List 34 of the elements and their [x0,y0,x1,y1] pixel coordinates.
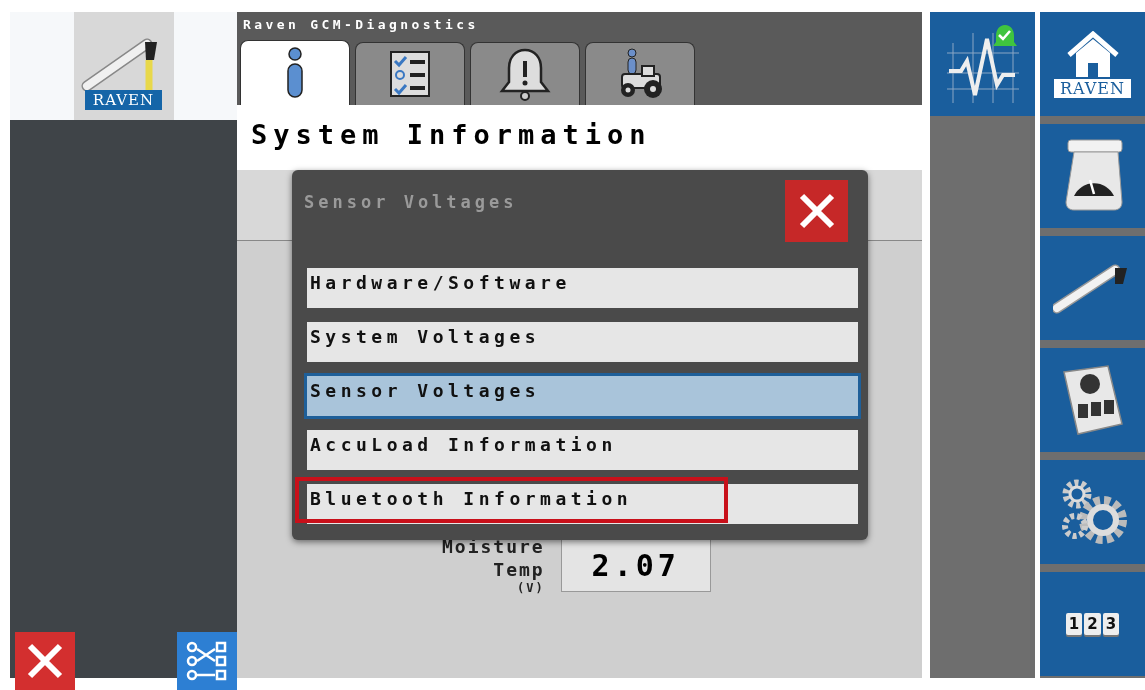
close-icon [25,641,65,681]
tab[interactable] [240,40,350,105]
reading-value: 2.07 [560,538,711,592]
close-button[interactable] [15,632,75,690]
menu-item[interactable]: Bluetooth Information [307,484,858,524]
menu-item[interactable]: System Voltages [307,322,858,362]
diagnostics-button[interactable] [930,12,1035,116]
number-key: 2 [1084,613,1101,635]
page-heading: System Information [237,105,922,170]
close-button[interactable] [785,180,848,242]
menu-item[interactable]: AccuLoad Information [307,430,858,470]
tab[interactable] [585,42,695,105]
numbers-button[interactable]: 1 2 3 [1040,572,1145,676]
scale-button[interactable] [1040,124,1145,228]
window-title: Raven GCM-Diagnostics [242,16,480,34]
reading-label: Moisture Temp (V) [442,535,545,595]
boom-button[interactable] [1040,236,1145,340]
logo-text: RAVEN [84,90,163,110]
number-key: 1 [1065,613,1083,635]
mapping-button[interactable] [177,632,237,690]
dialog-title: Sensor Voltages [304,192,518,212]
bell-icon [499,47,551,101]
home-button[interactable]: RAVEN [1040,12,1145,116]
menu-item[interactable]: Sensor Voltages [307,376,858,416]
tab[interactable] [355,42,465,105]
tab[interactable] [470,42,580,105]
checklist-icon [390,51,430,97]
number-key: 3 [1102,613,1120,635]
mapping-icon [185,639,229,683]
raven-logo[interactable]: RAVEN [73,12,174,120]
console-button[interactable] [1040,348,1145,452]
raven-logo-text: RAVEN [1053,78,1131,98]
menu-item[interactable]: Hardware/Software [307,268,858,308]
gears-button[interactable] [1040,460,1145,564]
